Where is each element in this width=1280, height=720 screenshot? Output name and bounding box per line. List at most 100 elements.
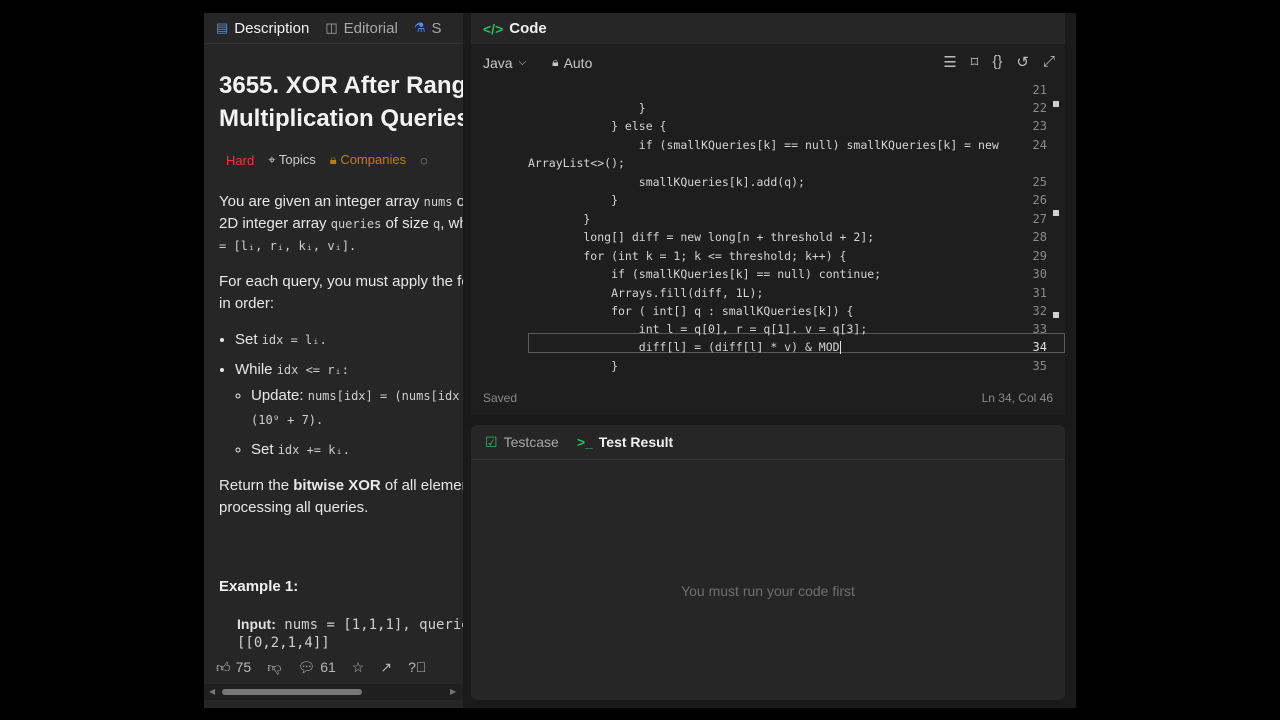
desc-line: You are given an integer array nums of <box>219 193 463 210</box>
lock-icon: 🔒︎ <box>552 55 559 69</box>
like-button[interactable]: 👍︎ 75 <box>216 659 251 676</box>
test-panel: ☑ Testcase >_ Test Result You must run y… <box>471 425 1065 700</box>
tab-test-result[interactable]: >_ Test Result <box>577 434 673 450</box>
desc-line: = [lᵢ, rᵢ, kᵢ, vᵢ]. <box>219 239 357 253</box>
description-footer: 👍︎ 75 👎︎ 💬︎ 61 ☆ ↗ ?⃝ <box>204 654 463 680</box>
code-line: smallKQueries[k].add(q); <box>528 175 805 189</box>
line-gutter <box>471 81 528 381</box>
code-line: if (smallKQueries[k] == null) continue; <box>528 267 882 281</box>
code-line: } <box>528 212 591 226</box>
code-line: } else { <box>528 119 667 133</box>
desc-line: Return the bitwise XOR of all element <box>219 477 463 494</box>
horizontal-scrollbar[interactable]: ◀ ▶ <box>204 684 463 700</box>
line-number: 25 <box>1032 175 1047 189</box>
tab-solutions[interactable]: ⚗ S <box>414 20 442 37</box>
fullscreen-icon[interactable]: ⤢ <box>1043 53 1055 71</box>
line-number: 26 <box>1032 193 1047 207</box>
code-icon: </> <box>483 20 504 37</box>
line-number: 29 <box>1032 249 1047 263</box>
problem-description: You are given an integer array nums of 2… <box>219 191 463 533</box>
thumbs-down-icon: 👎︎ <box>267 658 282 675</box>
code-header: </> Code <box>471 13 1065 44</box>
editor-toolbar: Java ⌵ 🔒︎ Auto ☰ ⌑ {} ↺ ⤢ <box>471 44 1065 81</box>
editor-actions: ☰ ⌑ {} ↺ ⤢ <box>943 53 1055 71</box>
star-icon: ☆ <box>351 658 365 675</box>
list-item: Update: nums[idx] = (nums[idx <box>251 385 463 407</box>
language-select[interactable]: Java ⌵ <box>483 55 526 71</box>
scroll-right-icon[interactable]: ▶ <box>450 687 456 696</box>
line-number: 32 <box>1032 304 1047 318</box>
code-line: int l = q[0], r = q[1]. v = q[3]; <box>528 322 868 336</box>
reset-icon[interactable]: ↺ <box>1016 53 1029 71</box>
example-input: Input: nums = [1,1,1], querie [[0,2,1,4]… <box>237 616 463 651</box>
difficulty-badge: Hard <box>226 152 255 168</box>
companies-button[interactable]: 🔒︎ Companies <box>330 152 406 168</box>
desc-line: processing all queries. <box>219 499 369 516</box>
line-number: 34 <box>1032 340 1047 354</box>
editor-status-bar: Saved Ln 34, Col 46 <box>471 389 1065 409</box>
desc-line: 2D integer array queries of size q, wh <box>219 215 463 232</box>
tab-testcase[interactable]: ☑ Testcase <box>485 434 559 451</box>
format-icon[interactable]: ☰ <box>943 53 956 71</box>
hint-icon[interactable]: ◌ <box>420 153 428 168</box>
flask-icon: ⚗ <box>413 20 426 35</box>
problem-title: 3655. XOR After Rang Multiplication Quer… <box>219 72 463 132</box>
share-button[interactable]: ↗ <box>380 659 392 676</box>
tab-editorial[interactable]: ◫ Editorial <box>325 20 398 37</box>
cursor-position: Ln 34, Col 46 <box>981 391 1053 405</box>
code-panel: </> Code Java ⌵ 🔒︎ Auto ☰ ⌑ {} ↺ ⤢ 21 22… <box>471 13 1065 415</box>
favorite-button[interactable]: ☆ <box>352 659 365 676</box>
code-line: diff[l] = (diff[l] * v) & MOD <box>528 340 841 354</box>
minimap-marker <box>1053 101 1059 107</box>
topics-button[interactable]: ⌖ Topics <box>268 152 316 168</box>
thumbs-up-icon: 👍︎ <box>216 658 231 675</box>
test-tabs: ☑ Testcase >_ Test Result <box>471 425 1065 460</box>
tab-description[interactable]: ▤ Description <box>216 20 309 37</box>
code-line: Arrays.fill(diff, 1L); <box>528 286 764 300</box>
code-line: } <box>528 193 619 207</box>
line-number: 22 <box>1032 101 1047 115</box>
description-panel: ▤ Description ◫ Editorial ⚗ S 3655. XOR … <box>204 13 463 708</box>
scrollbar-thumb[interactable] <box>222 689 362 695</box>
checkbox-icon: ☑ <box>485 433 498 450</box>
description-tabs: ▤ Description ◫ Editorial ⚗ S <box>204 13 463 44</box>
problem-tags: Hard ⌖ Topics 🔒︎ Companies ◌ <box>226 152 428 168</box>
line-number: 28 <box>1032 230 1047 244</box>
code-line: ArrayList<>(); <box>528 156 625 170</box>
desc-line: in order: <box>219 295 275 312</box>
list-item: Set idx += kᵢ. <box>251 439 463 461</box>
share-icon: ↗ <box>380 658 393 675</box>
list-item: (10⁹ + 7). <box>251 413 324 427</box>
comments-button[interactable]: 💬︎ 61 <box>297 659 335 676</box>
line-number: 27 <box>1032 212 1047 226</box>
bookmark-icon[interactable]: ⌑ <box>971 53 979 71</box>
document-icon: ▤ <box>216 20 229 35</box>
help-button[interactable]: ?⃝ <box>408 659 426 675</box>
terminal-icon: >_ <box>576 434 593 450</box>
line-number: 24 <box>1032 138 1047 152</box>
chevron-down-icon: ⌵ <box>518 57 527 68</box>
lock-icon: 🔒︎ <box>329 152 337 167</box>
auto-mode[interactable]: 🔒︎ Auto <box>552 55 592 71</box>
example-heading: Example 1: <box>219 578 299 595</box>
line-number: 21 <box>1032 83 1047 97</box>
dislike-button[interactable]: 👎︎ <box>267 659 281 676</box>
question-icon: ?⃝ <box>408 659 427 675</box>
code-line: for ( int[] q : smallKQueries[k]) { <box>528 304 854 318</box>
list-item: Set idx = lᵢ. <box>235 329 463 351</box>
tag-icon: ⌖ <box>268 152 276 167</box>
scroll-left-icon[interactable]: ◀ <box>209 687 215 696</box>
code-editor[interactable]: 21 22 } 23 } else { 24 if (smallKQueries… <box>471 81 1065 381</box>
app-window: ▤ Description ◫ Editorial ⚗ S 3655. XOR … <box>204 13 1076 708</box>
line-number: 33 <box>1032 322 1047 336</box>
code-line: long[] diff = new long[n + threshold + 2… <box>528 230 875 244</box>
comment-icon: 💬︎ <box>297 658 316 675</box>
line-number: 31 <box>1032 286 1047 300</box>
empty-result-message: You must run your code first <box>681 583 855 599</box>
save-status: Saved <box>483 391 518 405</box>
step-list: Set idx = lᵢ. While idx <= rᵢ: Update: n… <box>235 329 463 461</box>
line-number: 30 <box>1032 267 1047 281</box>
braces-icon[interactable]: {} <box>992 53 1002 71</box>
code-line: for (int k = 1; k <= threshold; k++) { <box>528 249 847 263</box>
desc-line: For each query, you must apply the fol <box>219 273 463 290</box>
